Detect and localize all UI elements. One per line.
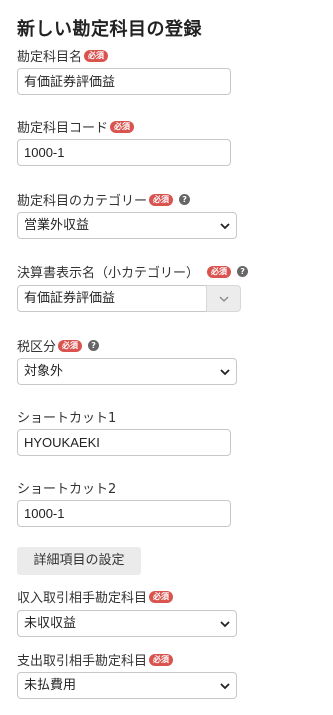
expense-counter-label: 支出取引相手勘定科目 必須 — [17, 650, 174, 669]
expense-counter-select[interactable]: 未払費用 — [17, 672, 237, 699]
subcategory-label-text: 決算書表示名（小カテゴリー） — [17, 266, 200, 281]
chevron-down-icon — [220, 621, 230, 628]
account-name-label: 勘定科目名 必須 — [17, 46, 109, 65]
required-badge: 必須 — [149, 590, 174, 603]
category-select[interactable]: 営業外収益 — [17, 212, 237, 239]
shortcut2-input[interactable]: 1000-1 — [17, 500, 231, 527]
chevron-down-icon — [219, 296, 229, 302]
income-counter-select[interactable]: 未収収益 — [17, 610, 237, 637]
subcategory-label: 決算書表示名（小カテゴリー） 必須 ? — [17, 262, 249, 281]
subcategory-combobox[interactable]: 有価証券評価益 — [17, 285, 241, 312]
tax-select[interactable]: 対象外 — [17, 358, 237, 385]
subcategory-dropdown-button[interactable] — [206, 285, 241, 312]
chevron-down-icon — [220, 369, 230, 376]
income-counter-label: 収入取引相手勘定科目 必須 — [17, 587, 174, 606]
category-label-text: 勘定科目のカテゴリー — [17, 194, 148, 209]
required-badge: 必須 — [149, 193, 174, 206]
account-name-label-text: 勘定科目名 — [17, 50, 83, 65]
account-code-label-text: 勘定科目コード — [17, 121, 109, 136]
required-badge: 必須 — [110, 120, 135, 133]
category-label: 勘定科目のカテゴリー 必須 ? — [17, 190, 191, 209]
income-counter-select-value: 未収収益 — [24, 616, 77, 631]
required-badge: 必須 — [149, 653, 174, 666]
chevron-down-icon — [220, 683, 230, 690]
detail-settings-button[interactable]: 詳細項目の設定 — [17, 547, 141, 575]
help-icon[interactable]: ? — [179, 194, 191, 205]
income-counter-label-text: 収入取引相手勘定科目 — [17, 591, 148, 606]
account-code-label: 勘定科目コード 必須 — [17, 117, 135, 136]
shortcut2-label: ショートカット2 — [17, 482, 117, 497]
tax-label-text: 税区分 — [17, 340, 57, 355]
expense-counter-label-text: 支出取引相手勘定科目 — [17, 654, 148, 669]
required-badge: 必須 — [84, 49, 109, 62]
required-badge: 必須 — [58, 339, 83, 352]
required-badge: 必須 — [207, 265, 232, 278]
account-code-input[interactable]: 1000-1 — [17, 139, 231, 166]
category-select-value: 営業外収益 — [24, 218, 90, 233]
tax-select-value: 対象外 — [24, 364, 64, 379]
help-icon[interactable]: ? — [237, 266, 249, 277]
shortcut1-input[interactable]: HYOUKAEKI — [17, 429, 231, 456]
chevron-down-icon — [220, 223, 230, 230]
subcategory-input[interactable]: 有価証券評価益 — [17, 285, 207, 312]
help-icon[interactable]: ? — [88, 340, 100, 351]
tax-label: 税区分 必須 ? — [17, 336, 100, 355]
expense-counter-select-value: 未払費用 — [24, 678, 77, 693]
page-title: 新しい勘定科目の登録 — [17, 19, 202, 40]
shortcut1-label: ショートカット1 — [17, 411, 117, 426]
account-name-input[interactable]: 有価証券評価益 — [17, 68, 231, 95]
